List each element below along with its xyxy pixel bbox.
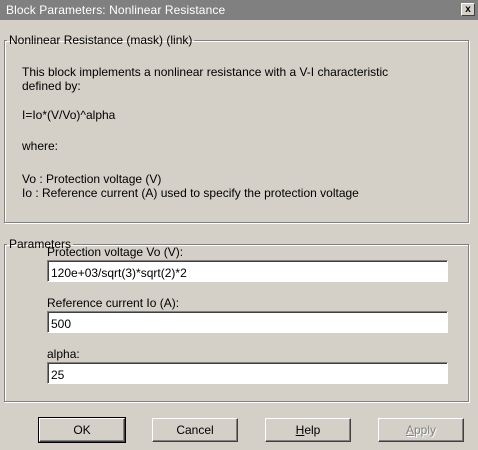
help-button-mnemonic: H bbox=[295, 423, 305, 437]
alpha-label: alpha: bbox=[47, 347, 80, 361]
apply-button[interactable]: Apply bbox=[378, 418, 464, 442]
description-line-1: This block implements a nonlinear resist… bbox=[22, 65, 389, 79]
window-title: Block Parameters: Nonlinear Resistance bbox=[6, 3, 226, 17]
description-legend: Nonlinear Resistance (mask) (link) bbox=[9, 33, 193, 47]
cancel-button-label: Cancel bbox=[176, 423, 214, 437]
protection-voltage-label: Protection voltage Vo (V): bbox=[47, 245, 184, 259]
description-line-2: defined by: bbox=[22, 79, 81, 93]
close-icon[interactable]: x bbox=[461, 3, 475, 16]
apply-button-mnemonic: A bbox=[405, 423, 414, 437]
block-parameters-dialog: Block Parameters: Nonlinear Resistance x… bbox=[0, 0, 478, 450]
protection-voltage-input[interactable] bbox=[47, 260, 448, 282]
reference-current-input[interactable] bbox=[47, 311, 448, 333]
apply-button-label: pply bbox=[414, 423, 437, 437]
alpha-input[interactable] bbox=[47, 362, 448, 384]
title-bar[interactable]: Block Parameters: Nonlinear Resistance x bbox=[0, 0, 478, 20]
formula-text: I=Io*(V/Vo)^alpha bbox=[22, 108, 116, 122]
description-vo: Vo : Protection voltage (V) bbox=[22, 172, 162, 186]
ok-button[interactable]: OK bbox=[38, 417, 126, 443]
cancel-button[interactable]: Cancel bbox=[152, 418, 238, 442]
description-where: where: bbox=[22, 139, 59, 153]
help-button[interactable]: Help bbox=[265, 418, 351, 442]
ok-button-label: OK bbox=[73, 423, 91, 437]
reference-current-label: Reference current Io (A): bbox=[47, 296, 180, 310]
description-io: Io : Reference current (A) used to speci… bbox=[22, 186, 359, 200]
help-button-label: elp bbox=[304, 423, 321, 437]
